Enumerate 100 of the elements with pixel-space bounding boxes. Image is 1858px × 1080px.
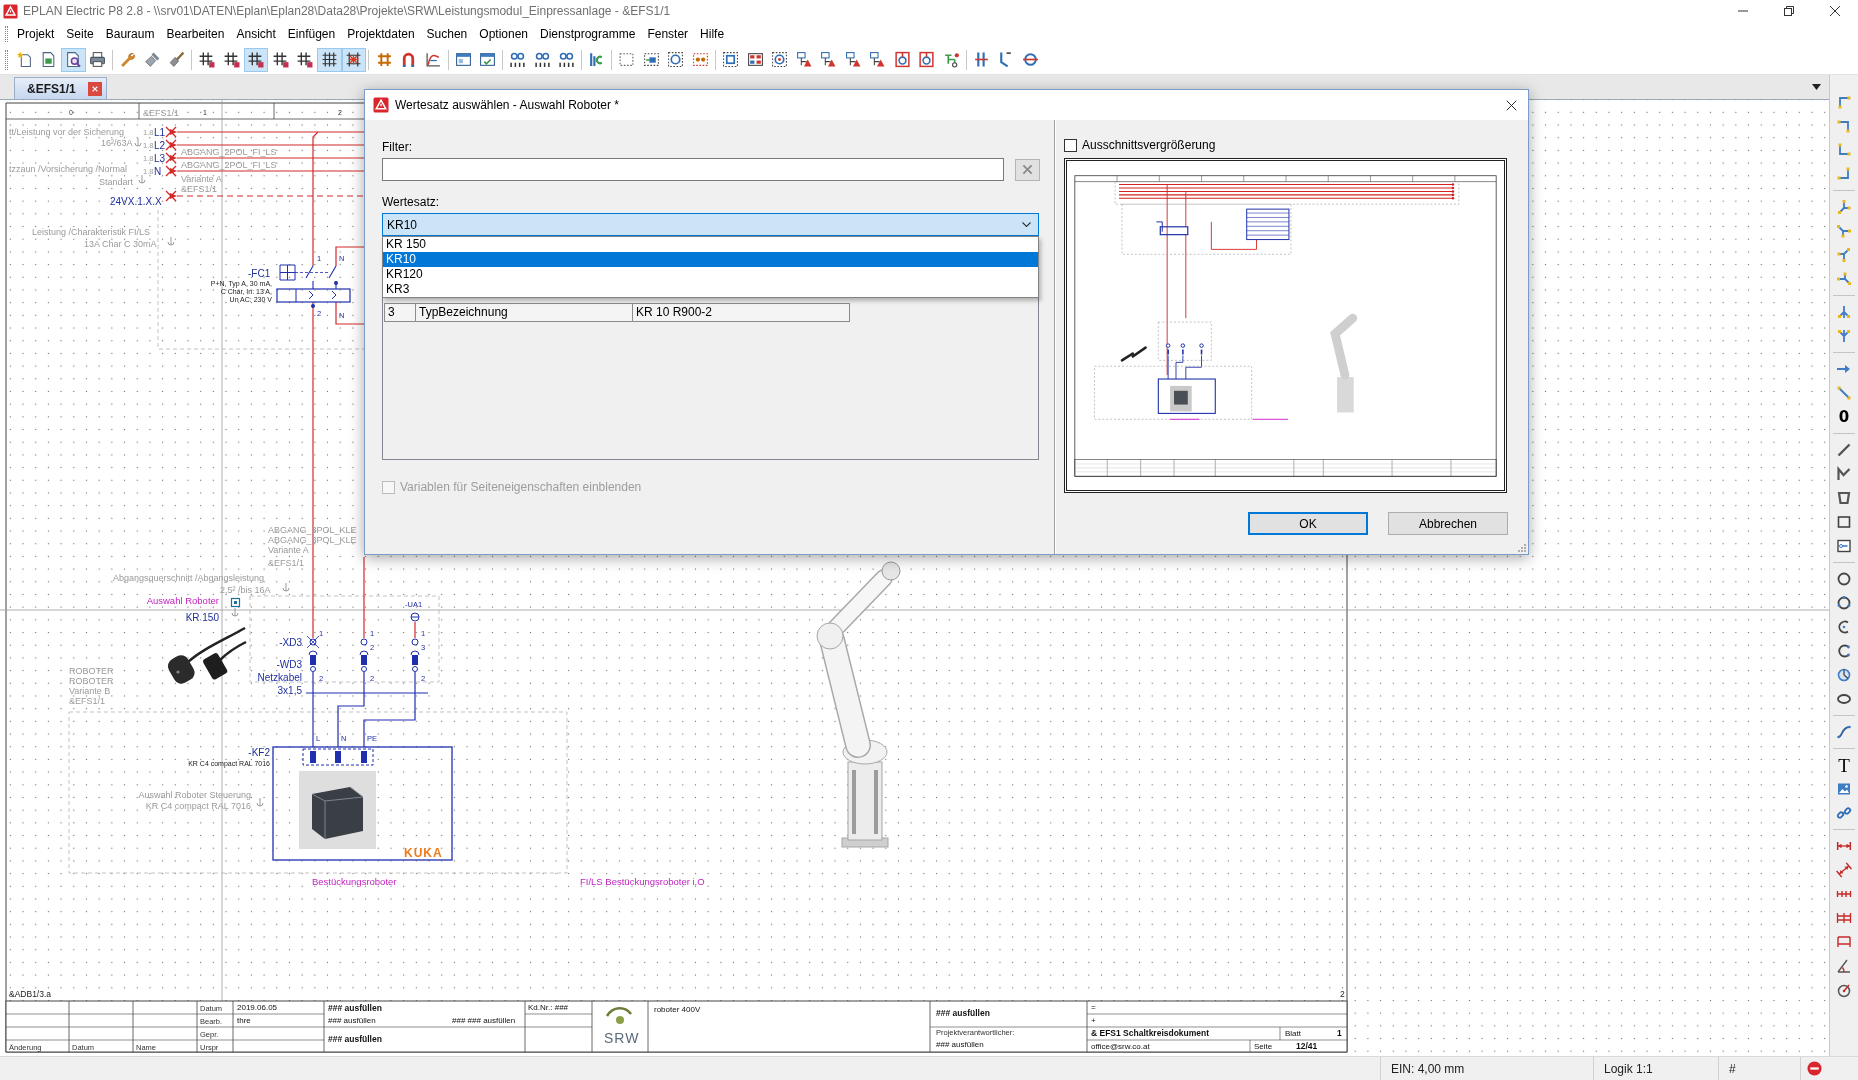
property-text: Variante A <box>181 174 222 184</box>
brush-icon <box>168 51 186 68</box>
caret-icon[interactable] <box>1812 84 1821 90</box>
menu-item[interactable]: Projektdaten <box>341 24 421 43</box>
status-text: EIN: 4,00 mm <box>1391 1061 1465 1076</box>
terminal-strip-symbol <box>302 748 374 766</box>
square-marker-icon <box>230 597 241 608</box>
line-icon <box>1836 442 1852 458</box>
potential-label: L3 <box>154 153 166 164</box>
status-text: Logik 1:1 <box>1604 1061 1653 1076</box>
field-value: ### ausfüllen <box>328 1003 382 1013</box>
cancel-button[interactable]: Abbrechen <box>1388 512 1508 535</box>
wire-corner-icon <box>1836 118 1852 134</box>
property-text: 16²/63A <box>101 138 133 148</box>
property-text: Variante B <box>69 686 111 696</box>
grid-button[interactable] <box>317 47 342 72</box>
caret-icon <box>1022 222 1031 227</box>
menu-item[interactable]: Fenster <box>641 24 695 43</box>
dropdown-option[interactable]: KR120 <box>383 267 1038 282</box>
menu-item[interactable]: Bearbeiten <box>160 24 231 43</box>
company-logo: SRW <box>604 1007 640 1046</box>
dashed-rectangle-icon <box>618 51 636 68</box>
grid-button[interactable] <box>243 47 269 72</box>
number-tool-button[interactable]: 0 <box>1831 405 1857 429</box>
circle-icon <box>1021 51 1039 68</box>
property-text: Variante A <box>268 545 309 555</box>
menu-item[interactable]: Dienstprogramme <box>534 24 642 43</box>
connection-point-icon <box>165 126 177 138</box>
pie-icon <box>1836 667 1852 683</box>
menu-item[interactable]: Optionen <box>473 24 534 43</box>
menu-item[interactable]: Ansicht <box>230 24 282 43</box>
wire-tee-icon <box>1836 199 1852 215</box>
wire-tee-icon <box>1836 247 1852 263</box>
connection-point-icon <box>165 165 177 177</box>
window-icon <box>454 51 472 68</box>
wire-corner-icon <box>1836 166 1852 182</box>
device-tag: 3x1,5 <box>277 685 302 696</box>
field-value: Kd.Nr.: ### <box>528 1003 569 1012</box>
grid-icon <box>247 51 265 68</box>
dropdown-option[interactable]: KR 150 <box>383 237 1038 252</box>
value-set-dropdown[interactable]: KR10 <box>382 213 1039 236</box>
device-tag: -XD3 <box>279 637 302 648</box>
text-tool-button[interactable]: T <box>1831 753 1857 777</box>
property-text: tzzaun /Vorsicherung /Normal <box>9 164 128 174</box>
field-label: Filter: <box>382 140 412 155</box>
potential-label: 24VX.1.X.X <box>110 196 162 207</box>
device-icon <box>893 51 911 68</box>
property-text: &EFS1/1 <box>181 184 218 194</box>
dropdown-option[interactable]: KR10 <box>383 252 1038 267</box>
resize-grip-icon[interactable] <box>1516 542 1526 552</box>
field-value: = <box>1091 1003 1096 1012</box>
wire-tee-icon <box>1836 223 1852 239</box>
filter-input[interactable] <box>382 158 1004 181</box>
ellipse-icon <box>1836 691 1852 707</box>
close-icon <box>1830 6 1840 16</box>
dialog-title: Wertesatz auswählen - Auswahl Roboter * <box>395 98 620 112</box>
app-logo-icon <box>373 97 389 113</box>
property-text: Auswahl Roboter Steuerung <box>138 790 251 800</box>
no-entry-icon <box>1807 1061 1822 1076</box>
menu-item[interactable]: Bauraum <box>99 24 161 43</box>
field-value: ### ### ausfüllen <box>452 1016 516 1025</box>
link-icon <box>1836 805 1852 821</box>
dimension-icon <box>1836 910 1852 926</box>
function-text: Bestückungsroboter <box>312 876 397 887</box>
polygon-icon <box>1836 490 1852 506</box>
potential-label: L1 <box>154 127 166 138</box>
page-magnifier-icon <box>64 51 82 68</box>
clear-button[interactable] <box>1015 158 1040 181</box>
toolbar-grip[interactable] <box>5 25 8 42</box>
dropdown-option[interactable]: KR3 <box>383 282 1038 297</box>
menu-item[interactable]: Hilfe <box>694 24 731 43</box>
snap-grid-button[interactable] <box>341 47 367 72</box>
printer-icon <box>89 51 107 68</box>
grid-icon <box>198 51 216 68</box>
menu-item[interactable]: Seite <box>60 24 100 43</box>
ok-button[interactable]: OK <box>1248 512 1368 535</box>
page-magnifier-button[interactable] <box>61 47 86 72</box>
checkbox[interactable] <box>1064 138 1077 152</box>
double-bar-icon <box>972 51 990 68</box>
window-title: EPLAN Electric P8 2.8 - \\srv01\DATEN\Eplan\Eplan28\Data28\Projekte\SRW\Leistungsmodul_Einpressanlage - &EFS1/1 <box>23 4 672 18</box>
circle-icon <box>1836 595 1852 611</box>
potential-label: L2 <box>154 140 166 151</box>
field-value: ### ausfüllen <box>328 1016 376 1025</box>
plug-connector-symbol <box>306 635 320 672</box>
menu-item[interactable]: Einfügen <box>281 24 342 43</box>
device-icon <box>820 51 837 68</box>
device-icon <box>942 51 960 68</box>
arc-icon <box>1836 643 1852 659</box>
potential-label: N <box>154 166 162 177</box>
menu-item[interactable]: Projekt <box>11 24 61 43</box>
close-button[interactable] <box>87 81 102 96</box>
property-text: Leistung /Charakteristik FI/LS <box>32 227 151 237</box>
angle-icon <box>1836 958 1852 974</box>
curve-icon <box>424 51 442 68</box>
table-cell: KR 10 R900-2 <box>632 303 850 322</box>
wire-corner-icon <box>1836 142 1852 158</box>
sheet-reference: 2 <box>1340 989 1345 999</box>
document-tab[interactable]: &EFS1/1 <box>14 77 107 99</box>
menu-item[interactable]: Suchen <box>420 24 474 43</box>
toolbar-grip[interactable] <box>5 49 8 70</box>
